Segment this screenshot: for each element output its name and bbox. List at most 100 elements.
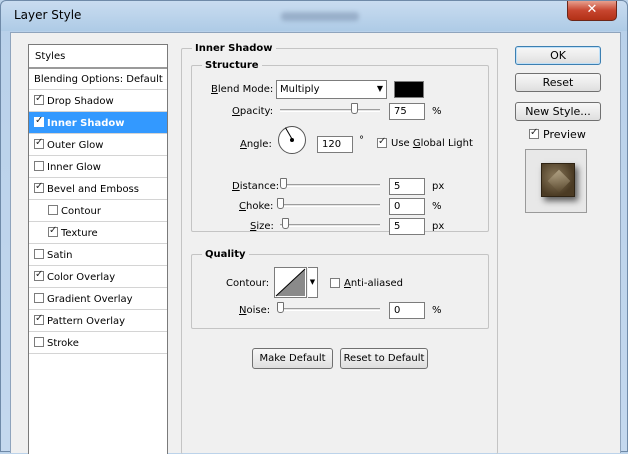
style-item-label: Pattern Overlay xyxy=(47,316,126,327)
style-item-blending-options-default[interactable]: Blending Options: Default xyxy=(29,68,167,90)
style-item-checkbox[interactable] xyxy=(34,115,44,127)
chevron-down-icon: ▼ xyxy=(376,84,383,93)
style-item-checkbox[interactable] xyxy=(34,269,44,281)
opacity-label: Opacity: xyxy=(232,106,274,117)
style-item-label: Outer Glow xyxy=(47,140,104,151)
style-item-checkbox[interactable] xyxy=(34,249,44,259)
style-item-checkbox[interactable] xyxy=(34,181,44,193)
preview-swatch xyxy=(541,163,575,197)
style-item-satin[interactable]: Satin xyxy=(29,244,167,266)
dialog-client-area: Styles Blending Options: Default Drop Sha… xyxy=(10,32,621,454)
reset-button[interactable]: Reset xyxy=(515,73,601,92)
blend-mode-select[interactable]: Multiply ▼ xyxy=(276,80,387,99)
style-item-gradient-overlay[interactable]: Gradient Overlay xyxy=(29,288,167,310)
style-item-checkbox[interactable] xyxy=(34,137,44,149)
inner-shadow-title: Inner Shadow xyxy=(192,43,276,54)
style-item-checkbox[interactable] xyxy=(34,293,44,303)
anti-aliased-label: Anti-aliased xyxy=(344,278,404,289)
style-item-label: Gradient Overlay xyxy=(47,294,133,305)
noise-slider-thumb[interactable] xyxy=(277,302,284,313)
noise-slider-track[interactable] xyxy=(280,308,380,311)
style-item-checkbox[interactable] xyxy=(48,205,58,215)
style-item-label: Drop Shadow xyxy=(47,96,114,107)
style-item-label: Color Overlay xyxy=(47,272,116,283)
distance-input[interactable]: 5 xyxy=(389,178,425,195)
style-item-checkbox[interactable] xyxy=(34,313,44,325)
distance-slider-track[interactable] xyxy=(280,184,380,187)
preview-bevel-shape xyxy=(547,169,571,193)
angle-unit: ° xyxy=(359,135,364,146)
style-item-inner-glow[interactable]: Inner Glow xyxy=(29,156,167,178)
size-input[interactable]: 5 xyxy=(389,218,425,235)
size-label: Size: xyxy=(250,221,274,232)
preview-label: Preview xyxy=(543,128,586,141)
opacity-input[interactable]: 75 xyxy=(389,103,425,120)
distance-slider-thumb[interactable] xyxy=(280,178,287,189)
style-item-color-overlay[interactable]: Color Overlay xyxy=(29,266,167,288)
style-item-label: Inner Shadow xyxy=(47,118,125,129)
style-item-inner-shadow[interactable]: Inner Shadow xyxy=(29,112,167,134)
structure-title: Structure xyxy=(202,60,262,71)
blend-mode-label: Blend Mode: xyxy=(211,84,274,95)
noise-label: Noise: xyxy=(239,305,271,316)
style-item-label: Texture xyxy=(61,228,98,239)
title-bar[interactable]: Layer Style ✕ xyxy=(1,1,627,31)
use-global-light-label: Use Global Light xyxy=(391,138,473,149)
noise-input[interactable]: 0 xyxy=(389,302,425,319)
style-item-bevel-and-emboss[interactable]: Bevel and Emboss xyxy=(29,178,167,200)
opacity-slider-track[interactable] xyxy=(280,109,380,112)
contour-picker[interactable] xyxy=(274,267,307,298)
noise-unit: % xyxy=(432,305,442,316)
angle-dial[interactable] xyxy=(278,126,306,154)
choke-input[interactable]: 0 xyxy=(389,198,425,215)
style-item-label: Satin xyxy=(47,250,73,261)
choke-label: Choke: xyxy=(239,201,274,212)
styles-list: Styles Blending Options: Default Drop Sha… xyxy=(28,44,168,454)
layer-style-window: Layer Style ✕ Styles Blending Options: D… xyxy=(0,0,628,454)
style-item-label: Blending Options: Default xyxy=(34,74,163,85)
choke-unit: % xyxy=(432,201,442,212)
style-item-stroke[interactable]: Stroke xyxy=(29,332,167,354)
style-item-drop-shadow[interactable]: Drop Shadow xyxy=(29,90,167,112)
use-global-light-checkbox[interactable] xyxy=(377,136,387,148)
blend-mode-value: Multiply xyxy=(280,84,320,95)
window-title: Layer Style xyxy=(14,8,82,22)
choke-slider-track[interactable] xyxy=(280,204,380,207)
quality-title: Quality xyxy=(202,249,249,260)
size-unit: px xyxy=(432,221,445,232)
make-default-button[interactable]: Make Default xyxy=(252,348,333,369)
distance-unit: px xyxy=(432,181,445,192)
style-item-label: Stroke xyxy=(47,338,79,349)
style-item-checkbox[interactable] xyxy=(34,337,44,347)
shadow-color-swatch[interactable] xyxy=(394,81,424,98)
style-item-checkbox[interactable] xyxy=(34,161,44,171)
styles-header[interactable]: Styles xyxy=(29,45,167,68)
new-style-button[interactable]: New Style... xyxy=(515,102,601,121)
style-item-label: Bevel and Emboss xyxy=(47,184,139,195)
contour-dropdown-arrow[interactable]: ▼ xyxy=(308,267,318,298)
contour-label: Contour: xyxy=(226,278,270,289)
opacity-slider-thumb[interactable] xyxy=(351,103,358,114)
reset-to-default-button[interactable]: Reset to Default xyxy=(340,348,428,369)
style-item-pattern-overlay[interactable]: Pattern Overlay xyxy=(29,310,167,332)
choke-slider-thumb[interactable] xyxy=(277,198,284,209)
style-item-checkbox[interactable] xyxy=(48,225,58,237)
anti-aliased-checkbox[interactable] xyxy=(330,278,340,288)
style-preview-thumbnail xyxy=(525,149,587,213)
size-slider-track[interactable] xyxy=(280,224,380,227)
contour-curve-icon xyxy=(275,268,306,297)
angle-input[interactable]: 120 xyxy=(317,136,353,153)
preview-checkbox[interactable] xyxy=(529,127,539,139)
quality-group: Quality Contour: ▼ Anti-aliased Noise: 0… xyxy=(191,249,489,329)
style-item-texture[interactable]: Texture xyxy=(29,222,167,244)
style-item-outer-glow[interactable]: Outer Glow xyxy=(29,134,167,156)
angle-center-dot xyxy=(290,138,294,142)
ok-button[interactable]: OK xyxy=(515,46,601,65)
style-item-label: Contour xyxy=(61,206,101,217)
style-item-contour[interactable]: Contour xyxy=(29,200,167,222)
inner-shadow-group: Inner Shadow Structure Blend Mode: Multi… xyxy=(181,43,498,454)
style-item-checkbox[interactable] xyxy=(34,93,44,105)
close-button[interactable]: ✕ xyxy=(567,1,617,21)
style-item-label: Inner Glow xyxy=(47,162,101,173)
size-slider-thumb[interactable] xyxy=(282,218,289,229)
